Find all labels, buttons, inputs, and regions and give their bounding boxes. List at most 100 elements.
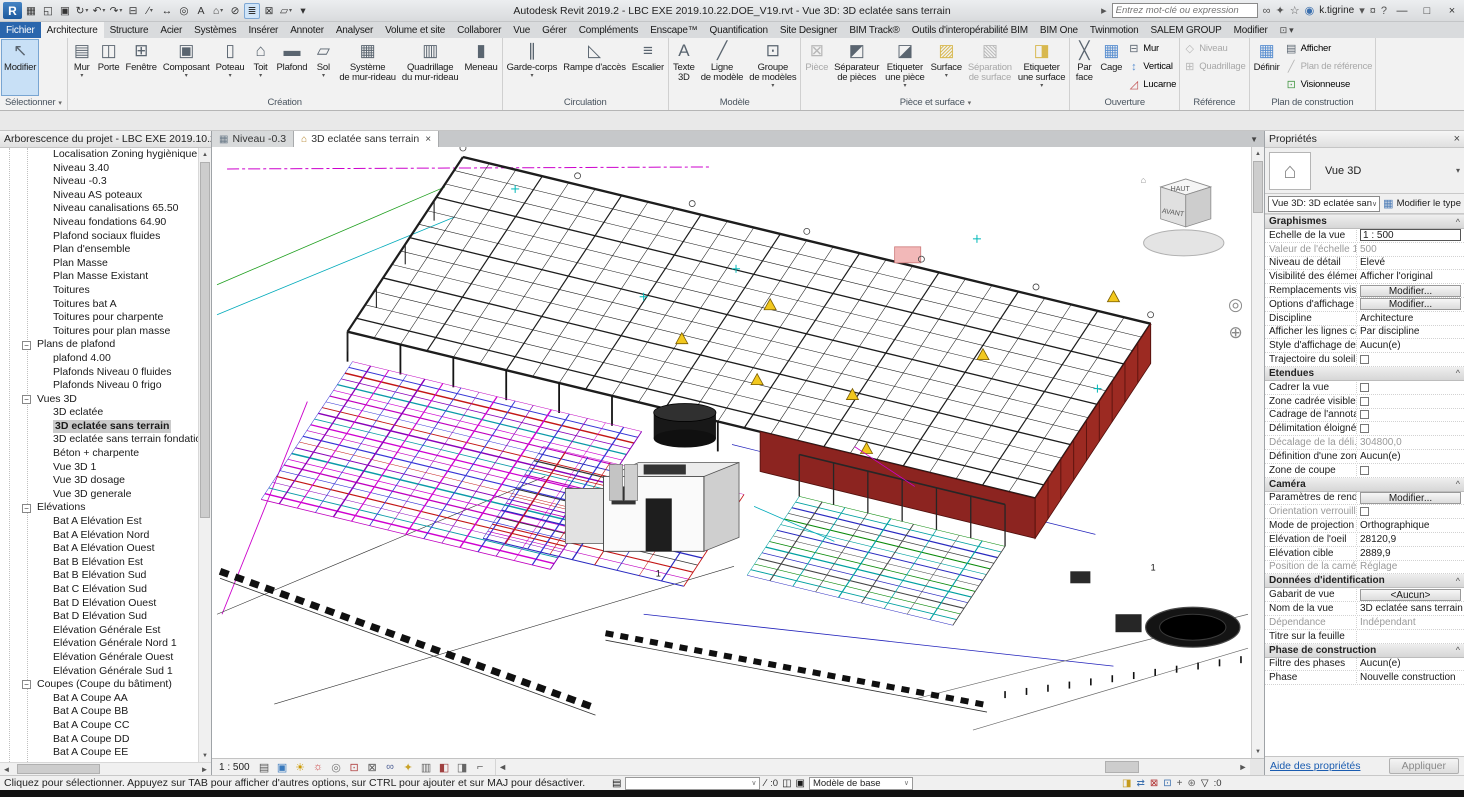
scrollbar-thumb[interactable] [1105, 761, 1139, 773]
property-value[interactable]: 28120,9 [1357, 534, 1464, 545]
section-header-phase-de-construction[interactable]: Phase de construction^ [1265, 644, 1464, 658]
editing-requests-icon[interactable]: ∕ [764, 778, 766, 789]
visionneuse-button[interactable]: ⊡Visionneuse [1285, 76, 1373, 93]
ligne-de-mod-le-button[interactable]: ╱Ligne de modèle [698, 39, 747, 96]
tree-item-bat-a-coupe-ee[interactable]: Bat A Coupe EE [0, 746, 211, 760]
tree-item-3d-eclat-e[interactable]: 3D eclatée [0, 406, 211, 420]
zoom-icon[interactable]: ⊕ [1228, 323, 1242, 343]
displacement-icon[interactable]: ◧ [437, 761, 452, 774]
tab-vue[interactable]: Vue [507, 22, 536, 38]
property-button[interactable]: Modifier... [1360, 298, 1461, 310]
property-value[interactable] [1357, 397, 1464, 406]
property-value[interactable] [1357, 507, 1464, 516]
open-icon[interactable]: ◱ [40, 3, 56, 19]
ribbon-display-toggle[interactable]: ⊡▾ [1274, 22, 1300, 38]
composant-button[interactable]: ▣Composant▾ [160, 39, 213, 96]
favorites-star-icon[interactable]: ☆ [1290, 4, 1300, 17]
scroll-right-icon[interactable]: ► [1236, 762, 1250, 772]
view-tab-overflow-icon[interactable]: ▼ [1244, 131, 1264, 147]
meneau-button[interactable]: ▮Meneau [461, 39, 500, 96]
tree-item-b-ton-charpente[interactable]: Béton + charpente [0, 447, 211, 461]
text-icon[interactable]: A [193, 3, 209, 19]
panel-caption[interactable]: Création [69, 96, 501, 109]
property-value[interactable]: Architecture [1357, 313, 1464, 324]
panel-caption[interactable]: Référence [1181, 96, 1247, 109]
panel-caption[interactable]: Pièce et surface▾ [802, 96, 1068, 109]
view-tab-niveau-0-3[interactable]: ▦Niveau -0.3 [212, 131, 294, 147]
tree-item-plan-masse-existant[interactable]: Plan Masse Existant [0, 270, 211, 284]
d-finir-button[interactable]: ▦Définir [1251, 39, 1283, 96]
tree-item-niveau-0-3[interactable]: Niveau -0.3 [0, 175, 211, 189]
property-value[interactable] [1357, 355, 1464, 364]
property-value[interactable]: Aucun(e) [1357, 658, 1464, 669]
property-button[interactable]: <Aucun> [1360, 589, 1461, 601]
user-icon[interactable]: ◉ [1305, 4, 1315, 17]
tree-item-bat-c-el-vation-sud[interactable]: Bat C Elévation Sud [0, 583, 211, 597]
scroll-up-icon[interactable]: ▲ [1252, 147, 1264, 160]
tree-item-el-vation-g-n-rale-sud-1[interactable]: Elévation Générale Sud 1 [0, 665, 211, 679]
collapse-icon[interactable]: ^ [1456, 645, 1460, 655]
customize-qat-icon[interactable]: ▾ [295, 3, 311, 19]
tree-item-bat-b-el-vation-sud[interactable]: Bat B Elévation Sud [0, 569, 211, 583]
collapse-icon[interactable]: ^ [1456, 576, 1460, 586]
apply-button[interactable]: Appliquer [1389, 758, 1459, 774]
section-header-graphismes[interactable]: Graphismes^ [1265, 215, 1464, 229]
tab-modifier[interactable]: Modifier [1228, 22, 1274, 38]
property-button[interactable]: Modifier... [1360, 285, 1461, 297]
aligned-dimension-icon[interactable]: ↔ [159, 3, 175, 19]
property-value[interactable]: <Aucun> [1357, 589, 1464, 601]
property-value[interactable] [1357, 424, 1464, 433]
collapse-icon[interactable]: − [22, 395, 31, 404]
temporary-view-properties-icon[interactable]: ▥ [419, 761, 434, 774]
view-tab-3d-eclat-e-sans-terrain[interactable]: ⌂3D eclatée sans terrain× [294, 131, 439, 147]
detail-level-icon[interactable]: ▤ [257, 761, 272, 774]
tab-site-designer[interactable]: Site Designer [774, 22, 843, 38]
toit-button[interactable]: ⌂Toit▾ [248, 39, 274, 96]
worksets-icon[interactable]: ▤ [612, 778, 621, 789]
close-icon[interactable]: × [425, 134, 431, 145]
crop-view-icon[interactable]: ⊡ [347, 761, 362, 774]
property-value[interactable]: Réglage [1357, 561, 1464, 572]
scroll-right-icon[interactable]: ► [198, 765, 211, 774]
property-value[interactable]: Aucun(e) [1357, 451, 1464, 462]
tree-item-3d-eclat-e-sans-terrain-fondations[interactable]: 3D eclatée sans terrain fondations [0, 433, 211, 447]
scrollbar-thumb[interactable] [17, 764, 100, 774]
checkbox[interactable] [1360, 410, 1369, 419]
shadows-icon[interactable]: ☼ [311, 761, 326, 773]
property-value[interactable]: 1 : 500 [1357, 229, 1464, 241]
sun-path-icon[interactable]: ☀ [293, 761, 308, 774]
tab-analyser[interactable]: Analyser [330, 22, 379, 38]
tree-item-bat-a-coupe-cc[interactable]: Bat A Coupe CC [0, 719, 211, 733]
sync-icon[interactable]: ↻▾ [74, 3, 90, 19]
scroll-down-icon[interactable]: ▼ [199, 749, 211, 762]
project-icon[interactable]: ▦ [23, 3, 39, 19]
reveal-hidden-icon[interactable]: ✦ [401, 761, 416, 774]
show-crop-icon[interactable]: ⊠ [365, 761, 380, 774]
switch-windows-icon[interactable]: ▱▾ [278, 3, 294, 19]
design-options-icon[interactable]: ◫ [782, 778, 791, 789]
tree-item-toitures-pour-charpente[interactable]: Toitures pour charpente [0, 311, 211, 325]
surface-button[interactable]: ▨Surface▾ [928, 39, 965, 96]
tab-bim-track[interactable]: BIM Track® [843, 22, 905, 38]
tree-item-toitures-pour-plan-masse[interactable]: Toitures pour plan masse [0, 325, 211, 339]
property-value[interactable]: Aucun(e) [1357, 340, 1464, 351]
tree-item-bat-a-coupe-aa[interactable]: Bat A Coupe AA [0, 692, 211, 706]
tree-item-toitures-bat-a[interactable]: Toitures bat A [0, 298, 211, 312]
3d-view-icon[interactable]: ⌂▾ [210, 3, 226, 19]
close-button[interactable]: × [1442, 2, 1462, 20]
property-value[interactable]: 3D eclatée sans terrain [1357, 603, 1464, 614]
worksharing-display-icon[interactable]: ◨ [1122, 778, 1131, 789]
panel-caption[interactable]: Modèle [670, 96, 799, 109]
canvas-vertical-scrollbar[interactable]: ▲ ▼ [1251, 147, 1264, 758]
fen-tre-button[interactable]: ⊞Fenêtre [122, 39, 159, 96]
infocenter-collapse-icon[interactable]: ▸ [1101, 4, 1107, 17]
rendering-icon[interactable]: ◎ [329, 761, 344, 774]
section-icon[interactable]: ⊘ [227, 3, 243, 19]
tree-item-plafonds-niveau-0-fluides[interactable]: Plafonds Niveau 0 fluides [0, 366, 211, 380]
signed-in-user[interactable]: k.tigrine [1319, 5, 1354, 16]
collapse-icon[interactable]: − [22, 341, 31, 350]
etiqueter-une-surface-button[interactable]: ◨Etiqueter une surface▾ [1015, 39, 1068, 96]
property-value[interactable]: Par discipline [1357, 326, 1464, 337]
user-menu-arrow-icon[interactable]: ▾ [1359, 4, 1365, 17]
close-icon[interactable]: × [1450, 133, 1460, 145]
